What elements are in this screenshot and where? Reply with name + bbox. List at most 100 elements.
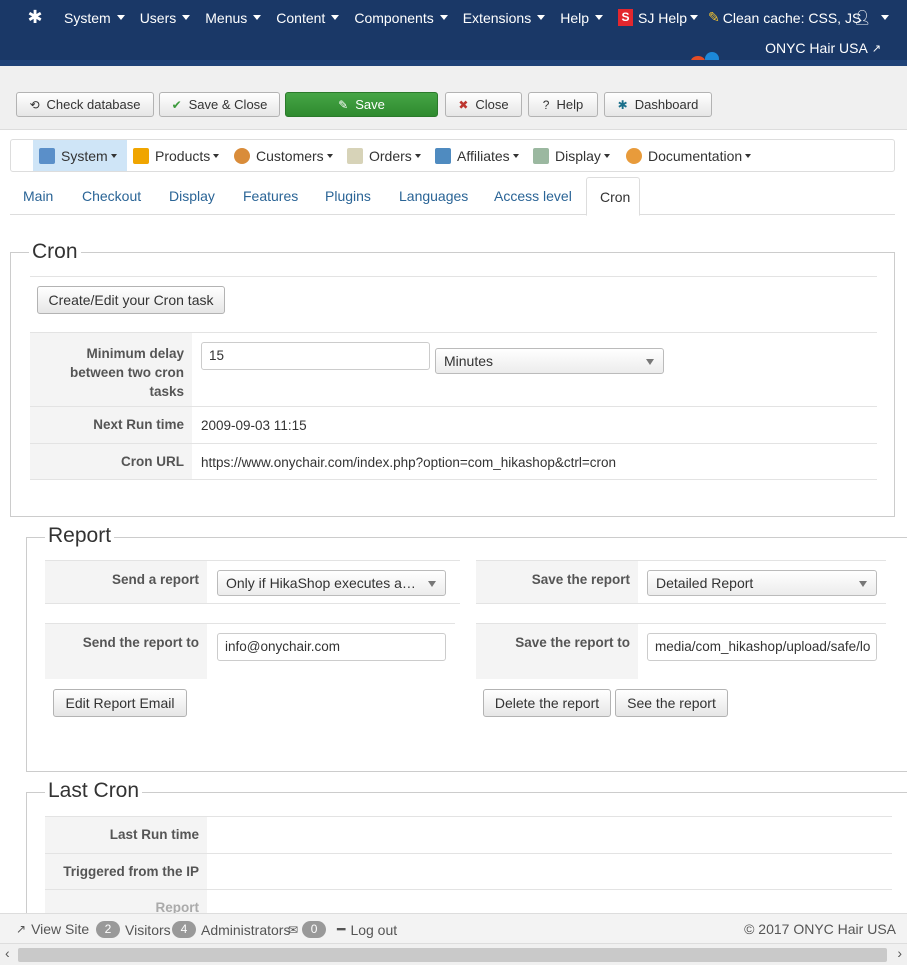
button-label: Check database <box>46 97 141 112</box>
save-to-label: Save the report to <box>476 624 638 679</box>
send-report-label: Send a report <box>45 561 207 603</box>
hika-menu-customers[interactable]: Customers <box>228 140 339 171</box>
top-menu-system[interactable]: System <box>64 9 125 26</box>
check-database-button[interactable]: ⟲ Check database <box>16 92 154 117</box>
menu-label: Display <box>555 147 601 164</box>
select-arrow-icon <box>428 581 436 587</box>
joomla-logo-icon[interactable]: ✱ <box>24 6 46 28</box>
save-report-select[interactable]: Detailed Report <box>647 570 877 596</box>
caret-down-icon <box>414 153 421 158</box>
select-value: Only if HikaShop executes a… <box>226 575 416 591</box>
edit-report-email-button[interactable]: Edit Report Email <box>53 689 187 717</box>
top-menu-label: Components <box>354 9 434 26</box>
save-report-label: Save the report <box>476 561 638 603</box>
send-to-input[interactable]: info@onychair.com <box>217 633 446 661</box>
hika-menu-products[interactable]: Products <box>127 140 225 171</box>
tab-display[interactable]: Display <box>156 177 228 215</box>
user-menu[interactable]: 👤︎ <box>853 9 889 26</box>
top-menu-label: Users <box>139 9 177 26</box>
help-button[interactable]: ? Help <box>528 92 598 117</box>
top-menu: System Users Menus Content Components Ex… <box>64 9 876 26</box>
select-arrow-icon <box>859 581 867 587</box>
tab-cron[interactable]: Cron <box>586 177 640 216</box>
visitors-count-badge: 2 <box>96 921 120 938</box>
affiliates-icon <box>435 147 451 164</box>
config-tabs: Main Checkout Display Features Plugins L… <box>10 177 895 216</box>
top-menu-users[interactable]: Users <box>140 9 191 26</box>
horizontal-scrollbar[interactable]: ‹ › <box>0 943 907 965</box>
tab-main[interactable]: Main <box>10 177 66 215</box>
dashboard-button[interactable]: ✱ Dashboard <box>604 92 712 117</box>
external-link-icon: ↗ <box>16 922 27 936</box>
top-menu-label: System <box>64 9 111 26</box>
messages-status[interactable]: ✉ 0 <box>288 921 331 938</box>
save-to-input[interactable]: media/com_hikashop/upload/safe/lo <box>647 633 877 661</box>
menu-label: Customers <box>256 147 324 164</box>
logout-link[interactable]: ━ Log out <box>337 921 397 938</box>
min-delay-input[interactable]: 15 <box>201 342 430 370</box>
menu-label: System <box>61 147 108 164</box>
hika-menu-affiliates[interactable]: Affiliates <box>429 140 525 171</box>
next-run-value: 2009-09-03 11:15 <box>201 418 307 433</box>
close-button[interactable]: ✖ Close <box>445 92 522 117</box>
caret-down-icon <box>326 153 333 158</box>
menu-label: Orders <box>369 147 412 164</box>
status-label: Visitors <box>125 921 171 938</box>
lifebuoy-icon <box>626 147 642 164</box>
tab-checkout[interactable]: Checkout <box>69 177 154 215</box>
top-menu-clean-cache[interactable]: ✎ Clean cache: CSS, JS <box>708 9 861 26</box>
cron-url-link[interactable]: https://www.onychair.com/index.php?optio… <box>201 444 616 479</box>
button-label: Dashboard <box>634 97 699 112</box>
caret-down-icon <box>182 15 191 20</box>
min-delay-unit-select[interactable]: Minutes <box>435 348 664 374</box>
view-site-link[interactable]: ↗ View Site <box>16 921 89 937</box>
tab-languages[interactable]: Languages <box>386 177 481 215</box>
save-close-button[interactable]: ✔ Save & Close <box>159 92 280 117</box>
last-cron-legend: Last Cron <box>45 779 143 803</box>
send-report-select[interactable]: Only if HikaShop executes a… <box>217 570 446 596</box>
caret-down-icon <box>603 153 610 158</box>
caret-down-icon <box>745 153 752 158</box>
hika-menu-system[interactable]: System <box>33 140 127 171</box>
report-legend: Report <box>45 524 115 548</box>
scroll-left-icon[interactable]: ‹ <box>5 945 10 961</box>
top-menu-menus[interactable]: Menus <box>205 9 262 26</box>
hika-menu-display[interactable]: Display <box>527 140 616 171</box>
menu-label: Documentation <box>648 147 743 164</box>
scroll-right-icon[interactable]: › <box>897 945 902 961</box>
select-value: Minutes <box>444 353 494 369</box>
top-menu-extensions[interactable]: Extensions <box>463 9 546 26</box>
tab-features[interactable]: Features <box>230 177 311 215</box>
save-button[interactable]: ✎ Save <box>285 92 438 117</box>
administrators-status: 4 Administrators <box>172 921 290 938</box>
button-label: Help <box>556 97 584 112</box>
min-delay-label: Minimum delay between two cron tasks <box>30 333 192 406</box>
scrollbar-thumb[interactable] <box>18 948 887 962</box>
status-label: Administrators <box>201 921 291 938</box>
hika-menu-documentation[interactable]: Documentation <box>620 140 757 171</box>
tab-plugins[interactable]: Plugins <box>312 177 384 215</box>
select-arrow-icon <box>646 359 654 365</box>
caret-down-icon <box>253 15 262 20</box>
top-menu-content[interactable]: Content <box>276 9 340 26</box>
tab-access-level[interactable]: Access level <box>481 177 585 215</box>
caret-down-icon <box>331 15 340 20</box>
next-run-row: Next Run time 2009-09-03 11:15 <box>30 406 877 443</box>
last-run-row: Last Run time <box>45 816 892 853</box>
delete-report-button[interactable]: Delete the report <box>483 689 611 717</box>
create-edit-cron-button[interactable]: Create/Edit your Cron task <box>37 286 225 314</box>
top-menu-help[interactable]: Help <box>560 9 603 26</box>
check-icon: ✔ <box>171 97 182 112</box>
see-report-button[interactable]: See the report <box>615 689 728 717</box>
top-menu-sj-help[interactable]: S SJ Help <box>618 9 699 26</box>
external-link-icon: ↗ <box>871 42 881 55</box>
caret-down-icon <box>110 153 117 158</box>
caret-down-icon <box>881 15 889 20</box>
cron-url-label: Cron URL <box>30 444 192 479</box>
next-run-label: Next Run time <box>30 407 192 443</box>
hika-menu-orders[interactable]: Orders <box>341 140 427 171</box>
menu-label: Affiliates <box>457 147 510 164</box>
top-menu-components[interactable]: Components <box>354 9 448 26</box>
tools-icon <box>39 147 55 164</box>
status-label: View Site <box>31 921 90 937</box>
